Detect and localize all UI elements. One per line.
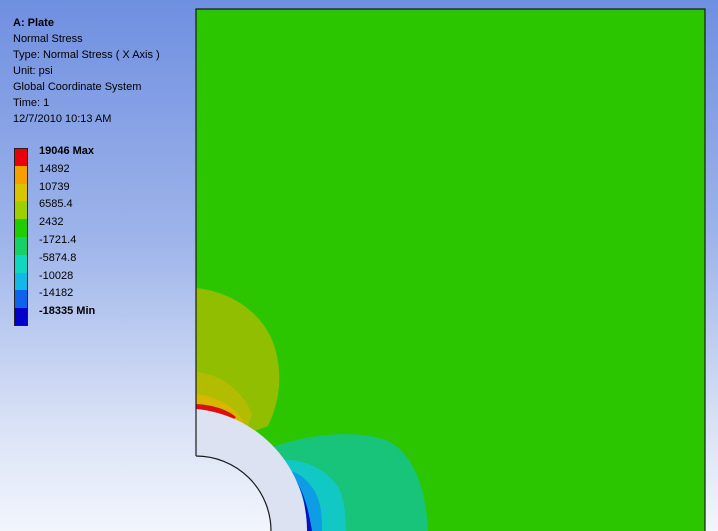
model-viewport[interactable] [0,0,718,531]
